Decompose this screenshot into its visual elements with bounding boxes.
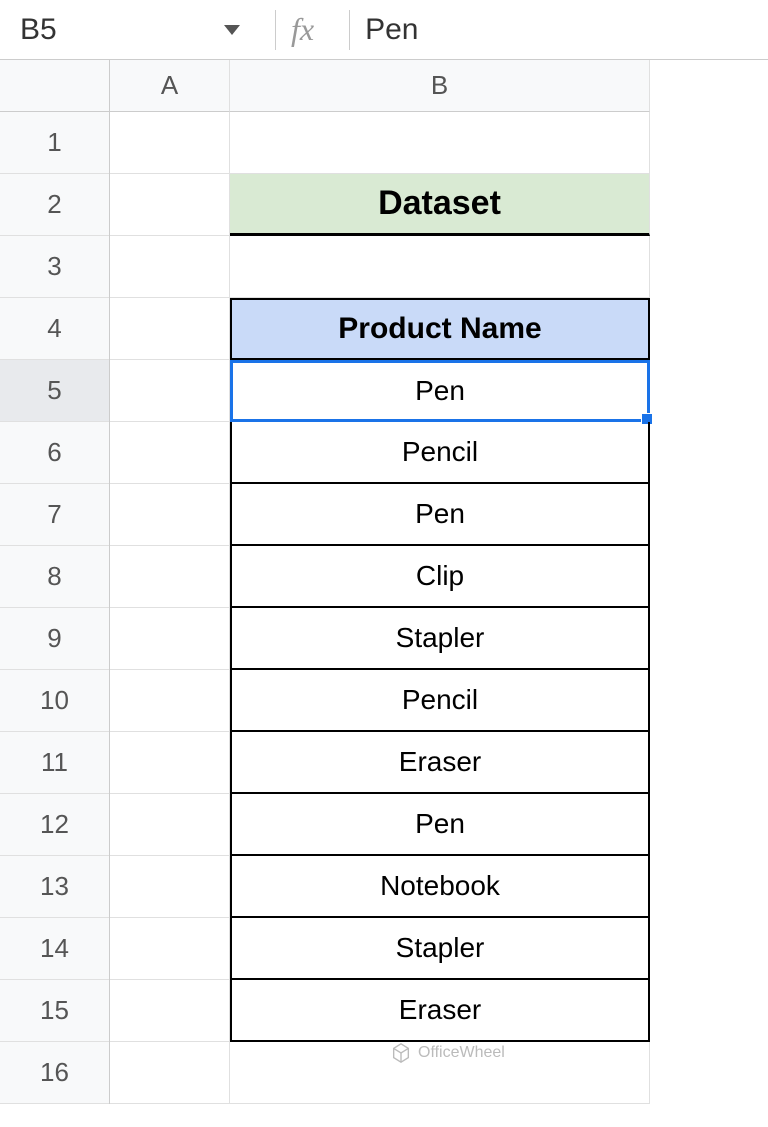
cell-b12[interactable]: Pen xyxy=(230,794,650,856)
cell-b15[interactable]: Eraser xyxy=(230,980,650,1042)
header-row: A B xyxy=(0,60,768,112)
cell-a7[interactable] xyxy=(110,484,230,546)
row-header-16[interactable]: 16 xyxy=(0,1042,109,1104)
cell-a16[interactable] xyxy=(110,1042,230,1104)
cell-a12[interactable] xyxy=(110,794,230,856)
row-header-15[interactable]: 15 xyxy=(0,980,109,1042)
cell-a3[interactable] xyxy=(110,236,230,298)
cells-area: Dataset Product Name Pen Pencil Pen xyxy=(110,112,650,1104)
formula-input[interactable] xyxy=(365,13,758,47)
row-header-10[interactable]: 10 xyxy=(0,670,109,732)
cell-b8[interactable]: Clip xyxy=(230,546,650,608)
cell-a14[interactable] xyxy=(110,918,230,980)
formula-bar: B5 fx xyxy=(0,0,768,60)
row-header-13[interactable]: 13 xyxy=(0,856,109,918)
row-header-8[interactable]: 8 xyxy=(0,546,109,608)
table-row: Eraser xyxy=(110,980,650,1042)
divider xyxy=(349,10,350,50)
cell-a9[interactable] xyxy=(110,608,230,670)
cell-a11[interactable] xyxy=(110,732,230,794)
fx-icon: fx xyxy=(291,11,314,48)
cell-b6[interactable]: Pencil xyxy=(230,422,650,484)
name-box-value: B5 xyxy=(20,13,57,47)
row-header-1[interactable]: 1 xyxy=(0,112,109,174)
table-row: Eraser xyxy=(110,732,650,794)
watermark-text: OfficeWheel xyxy=(418,1044,505,1062)
divider xyxy=(275,10,276,50)
cell-a4[interactable] xyxy=(110,298,230,360)
table-row: Pen xyxy=(110,484,650,546)
name-box[interactable]: B5 xyxy=(10,13,260,47)
cell-a2[interactable] xyxy=(110,174,230,236)
table-row xyxy=(110,112,650,174)
row-header-7[interactable]: 7 xyxy=(0,484,109,546)
row-headers: 1 2 3 4 5 6 7 8 9 10 11 12 13 14 15 16 xyxy=(0,112,110,1104)
table-row: Pencil xyxy=(110,422,650,484)
table-row: Notebook xyxy=(110,856,650,918)
cell-b14[interactable]: Stapler xyxy=(230,918,650,980)
table-row: Stapler xyxy=(110,918,650,980)
column-headers: A B xyxy=(110,60,650,112)
cell-b13[interactable]: Notebook xyxy=(230,856,650,918)
table-row: Pen xyxy=(110,794,650,856)
cell-a6[interactable] xyxy=(110,422,230,484)
table-row xyxy=(110,1042,650,1104)
row-header-12[interactable]: 12 xyxy=(0,794,109,856)
row-header-4[interactable]: 4 xyxy=(0,298,109,360)
cell-b7[interactable]: Pen xyxy=(230,484,650,546)
row-header-3[interactable]: 3 xyxy=(0,236,109,298)
cell-b2[interactable]: Dataset xyxy=(230,174,650,236)
column-header-b[interactable]: B xyxy=(230,60,650,112)
cell-value: Pen xyxy=(415,375,465,407)
select-all-corner[interactable] xyxy=(0,60,110,112)
cell-a5[interactable] xyxy=(110,360,230,422)
cell-b10[interactable]: Pencil xyxy=(230,670,650,732)
chevron-down-icon xyxy=(224,25,240,35)
column-header-a[interactable]: A xyxy=(110,60,230,112)
row-header-2[interactable]: 2 xyxy=(0,174,109,236)
cell-a15[interactable] xyxy=(110,980,230,1042)
cell-a13[interactable] xyxy=(110,856,230,918)
cell-b11[interactable]: Eraser xyxy=(230,732,650,794)
cell-b1[interactable] xyxy=(230,112,650,174)
row-header-14[interactable]: 14 xyxy=(0,918,109,980)
row-header-11[interactable]: 11 xyxy=(0,732,109,794)
cell-a1[interactable] xyxy=(110,112,230,174)
cell-a10[interactable] xyxy=(110,670,230,732)
main-grid: 1 2 3 4 5 6 7 8 9 10 11 12 13 14 15 16 D… xyxy=(0,112,768,1104)
table-row: Product Name xyxy=(110,298,650,360)
name-box-dropdown[interactable] xyxy=(224,25,240,35)
table-row: Stapler xyxy=(110,608,650,670)
cell-b9[interactable]: Stapler xyxy=(230,608,650,670)
row-header-9[interactable]: 9 xyxy=(0,608,109,670)
cell-b3[interactable] xyxy=(230,236,650,298)
cell-b4[interactable]: Product Name xyxy=(230,298,650,360)
watermark: OfficeWheel xyxy=(390,1042,505,1064)
table-row: Dataset xyxy=(110,174,650,236)
row-header-5[interactable]: 5 xyxy=(0,360,109,422)
hexagon-icon xyxy=(390,1042,412,1064)
row-header-6[interactable]: 6 xyxy=(0,422,109,484)
table-row: Clip xyxy=(110,546,650,608)
table-row: Pen xyxy=(110,360,650,422)
cell-b5[interactable]: Pen xyxy=(230,360,650,422)
table-row xyxy=(110,236,650,298)
table-row: Pencil xyxy=(110,670,650,732)
cell-a8[interactable] xyxy=(110,546,230,608)
